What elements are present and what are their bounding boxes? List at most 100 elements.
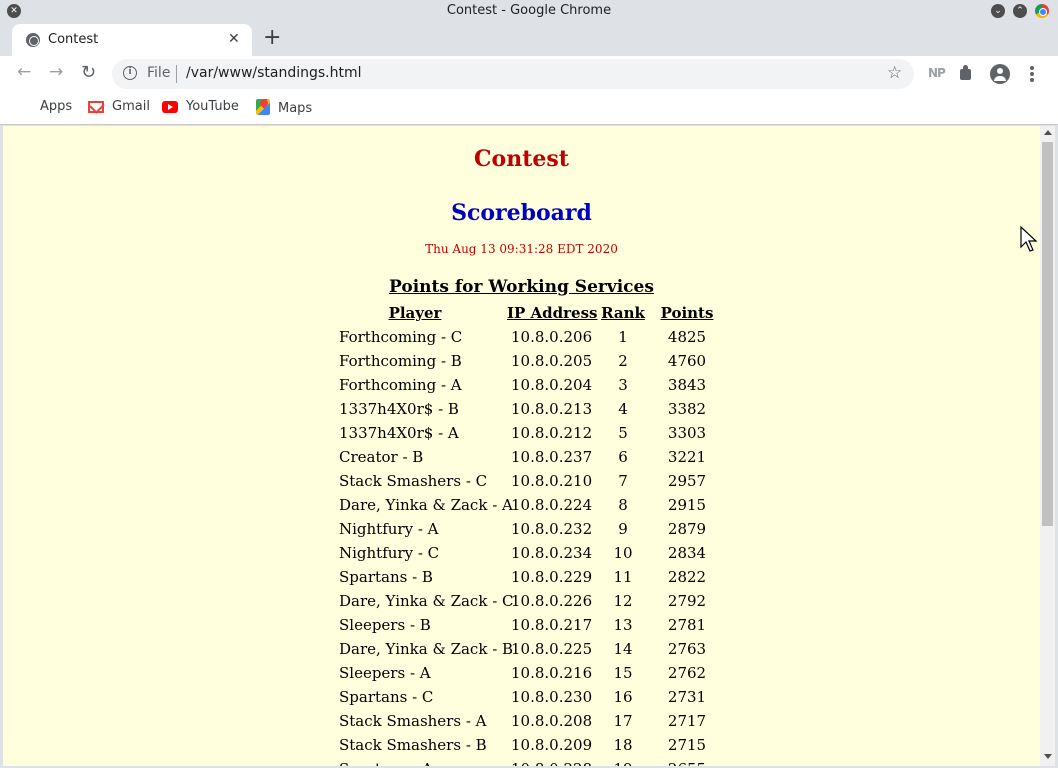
cell-ip: 10.8.0.216 bbox=[511, 664, 593, 682]
cell-ip: 10.8.0.212 bbox=[511, 424, 593, 442]
cell-ip: 10.8.0.213 bbox=[511, 400, 593, 418]
cell-player: Stack Smashers - C bbox=[339, 472, 488, 490]
tab-title: Contest bbox=[48, 32, 99, 47]
cell-player: Spartans - B bbox=[339, 568, 433, 586]
cell-ip: 10.8.0.230 bbox=[511, 688, 593, 706]
vertical-scrollbar[interactable] bbox=[1040, 126, 1055, 766]
cell-player: Forthcoming - A bbox=[339, 376, 462, 394]
cell-rank: 14 bbox=[613, 640, 633, 658]
cell-points: 3843 bbox=[667, 376, 707, 394]
bookmark-gmail[interactable]: Gmail bbox=[88, 99, 150, 114]
bookmark-maps[interactable]: Maps bbox=[256, 99, 312, 116]
cell-points: 2655 bbox=[657, 760, 717, 766]
bookmarks-bar: Apps Gmail YouTube Maps bbox=[0, 92, 1058, 125]
cell-points: 2781 bbox=[667, 616, 707, 634]
cell-rank: 10 bbox=[613, 544, 633, 562]
cell-player: Spartans - C bbox=[339, 688, 434, 706]
cell-player: 1337h4X0r$ - B bbox=[339, 400, 459, 418]
cell-player: Creator - B bbox=[339, 448, 424, 466]
scroll-up-arrow-icon[interactable] bbox=[1044, 130, 1052, 135]
cell-rank: 9 bbox=[618, 520, 628, 538]
bookmark-label: Apps bbox=[40, 99, 73, 114]
cell-player: Forthcoming - C bbox=[339, 328, 463, 346]
cell-player: Sleepers - A bbox=[339, 664, 431, 682]
cell-ip: 10.8.0.228 bbox=[511, 760, 592, 766]
page-heading: Contest bbox=[474, 146, 569, 172]
bookmark-apps[interactable]: Apps bbox=[18, 99, 72, 114]
cell-player: Stack Smashers - A bbox=[339, 712, 487, 730]
cell-rank: 11 bbox=[613, 568, 633, 586]
cell-points: 4760 bbox=[667, 352, 707, 370]
scheme-label: File bbox=[147, 65, 171, 81]
cell-points: 2731 bbox=[667, 688, 707, 706]
tab-close-button[interactable]: ✕ bbox=[228, 31, 240, 47]
tab-contest[interactable]: Contest ✕ bbox=[12, 24, 252, 56]
column-header-points: Points bbox=[660, 304, 714, 322]
cell-ip: 10.8.0.205 bbox=[511, 352, 593, 370]
cell-rank: 1 bbox=[618, 328, 628, 346]
table-row: Stack Smashers - C 10.8.0.210 7 2957 bbox=[339, 470, 719, 494]
cell-points: 3382 bbox=[667, 400, 707, 418]
info-icon[interactable]: i bbox=[123, 66, 137, 80]
cell-rank: 7 bbox=[618, 472, 628, 490]
table-row: Forthcoming - C 10.8.0.206 1 4825 bbox=[339, 326, 719, 350]
kebab-menu-icon[interactable] bbox=[1030, 66, 1034, 82]
cell-rank: 16 bbox=[613, 688, 633, 706]
table-row: Nightfury - A 10.8.0.232 9 2879 bbox=[339, 518, 719, 542]
scroll-down-arrow-icon[interactable] bbox=[1044, 754, 1052, 759]
cell-rank: 8 bbox=[618, 496, 628, 514]
window-minimize-button[interactable]: ⌄ bbox=[991, 4, 1005, 18]
cell-player: 1337h4X0r$ - A bbox=[339, 424, 459, 442]
cell-points: 2763 bbox=[667, 640, 707, 658]
cell-ip: 10.8.0.226 bbox=[511, 592, 593, 610]
bookmark-label: Gmail bbox=[112, 99, 150, 114]
cell-player: Nightfury - A bbox=[339, 520, 439, 538]
timestamp: Thu Aug 13 09:31:28 EDT 2020 bbox=[425, 242, 618, 256]
cell-rank: 18 bbox=[613, 736, 633, 754]
table-row: 1337h4X0r$ - A 10.8.0.212 5 3303 bbox=[339, 422, 719, 446]
youtube-icon bbox=[162, 101, 178, 113]
cell-player: Dare, Yinka & Zack - C bbox=[339, 592, 514, 610]
new-tab-button[interactable]: + bbox=[263, 26, 281, 50]
table-row: Forthcoming - B 10.8.0.205 2 4760 bbox=[339, 350, 719, 374]
cell-ip: 10.8.0.229 bbox=[511, 568, 593, 586]
back-arrow-icon[interactable]: ← bbox=[17, 62, 31, 82]
table-header-row: Player IP Address Rank Points bbox=[339, 302, 719, 326]
table-row: Spartans - B 10.8.0.229 11 2822 bbox=[339, 566, 719, 590]
cell-points: 2715 bbox=[667, 736, 707, 754]
cell-ip: 10.8.0.209 bbox=[511, 736, 593, 754]
bookmark-star-icon[interactable]: ☆ bbox=[887, 63, 902, 83]
cell-points: 2762 bbox=[667, 664, 707, 682]
column-header-ip: IP Address bbox=[507, 304, 598, 322]
chrome-logo-icon bbox=[1035, 4, 1049, 18]
cell-rank: 12 bbox=[613, 592, 633, 610]
reload-icon[interactable]: ↻ bbox=[81, 62, 96, 83]
cell-ip: 10.8.0.234 bbox=[511, 544, 593, 562]
cell-rank: 19 bbox=[591, 760, 655, 766]
table-row: 1337h4X0r$ - B 10.8.0.213 4 3382 bbox=[339, 398, 719, 422]
bookmark-youtube[interactable]: YouTube bbox=[162, 99, 239, 114]
cell-player: Dare, Yinka & Zack - A bbox=[339, 496, 513, 514]
cell-points: 2915 bbox=[667, 496, 707, 514]
np-extension-icon[interactable]: NP bbox=[928, 66, 946, 80]
table-row: Sleepers - A 10.8.0.216 15 2762 bbox=[339, 662, 719, 686]
cell-rank: 2 bbox=[618, 352, 628, 370]
cell-points: 2834 bbox=[667, 544, 707, 562]
cell-points: 3221 bbox=[667, 448, 707, 466]
scrollbar-thumb[interactable] bbox=[1042, 142, 1053, 526]
apps-grid-icon bbox=[18, 99, 32, 113]
address-bar[interactable]: i File /var/www/standings.html ☆ bbox=[112, 59, 914, 89]
window-title: Contest - Google Chrome bbox=[446, 3, 612, 18]
address-separator bbox=[176, 65, 177, 83]
window-maximize-button[interactable]: ⌃ bbox=[1013, 4, 1027, 18]
cell-points: 3303 bbox=[667, 424, 707, 442]
extensions-puzzle-icon[interactable] bbox=[959, 65, 975, 81]
gmail-icon bbox=[88, 101, 104, 113]
cell-rank: 13 bbox=[613, 616, 633, 634]
forward-arrow-icon[interactable]: → bbox=[49, 62, 63, 82]
cell-ip: 10.8.0.204 bbox=[511, 376, 593, 394]
cell-ip: 10.8.0.232 bbox=[511, 520, 593, 538]
url-text[interactable]: /var/www/standings.html bbox=[186, 65, 362, 81]
cell-rank: 3 bbox=[618, 376, 628, 394]
profile-avatar-icon[interactable] bbox=[990, 64, 1010, 84]
